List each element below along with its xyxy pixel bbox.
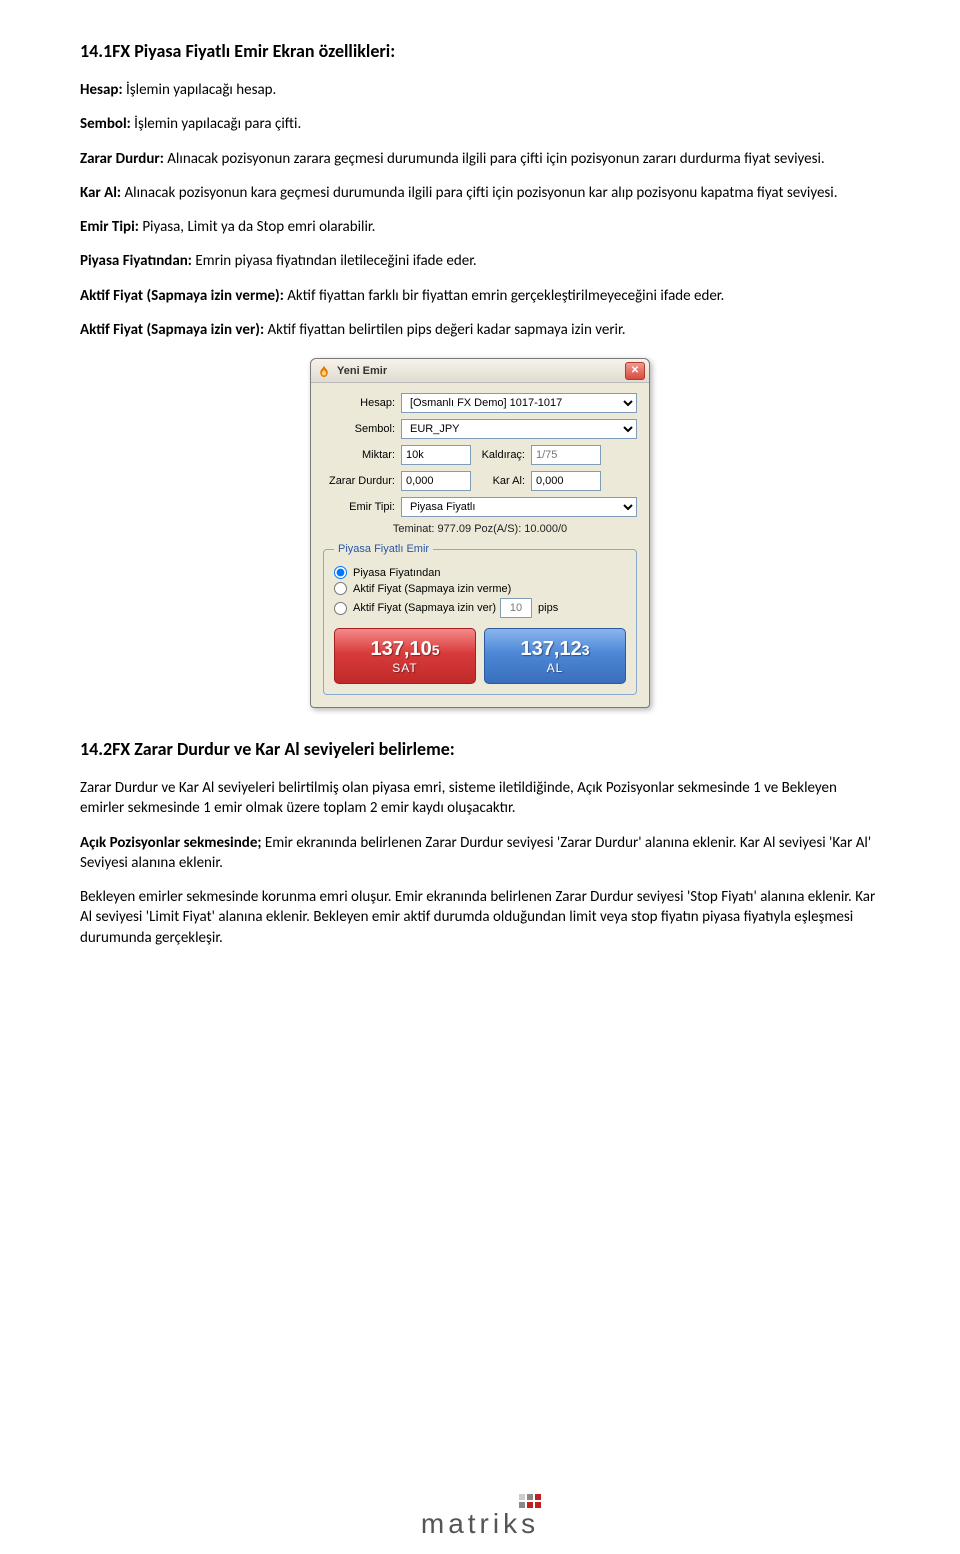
label-af1: Aktif Fiyat (Sapmaya izin verme): — [80, 287, 284, 305]
section-heading-14-1: 14.1FX Piyasa Fiyatlı Emir Ekran özellik… — [80, 40, 880, 62]
radio-sapma-verme[interactable] — [334, 582, 347, 595]
text-af2: Aktif fiyattan belirtilen pips değeri ka… — [264, 321, 625, 339]
logo-text: matriks — [421, 1508, 539, 1539]
text-pf: Emrin piyasa fiyatından iletileceğini if… — [192, 252, 477, 270]
close-button[interactable]: ✕ — [625, 362, 645, 380]
label-sembol: Sembol: — [80, 115, 131, 133]
kar-label: Kar Al: — [471, 475, 525, 487]
para-hesap: Hesap: İşlemin yapılacağı hesap. — [80, 80, 880, 100]
sell-label: SAT — [392, 661, 417, 675]
buy-label: AL — [547, 661, 564, 675]
sell-price-big: 137,10 — [371, 638, 432, 660]
label-hesap: Hesap: — [80, 81, 123, 99]
miktar-label: Miktar: — [323, 449, 395, 461]
kar-input[interactable] — [531, 471, 601, 491]
text-et: Piyasa, Limit ya da Stop emri olarabilir… — [139, 218, 376, 236]
sell-price-small: 5 — [432, 642, 440, 658]
para-sembol: Sembol: İşlemin yapılacağı para çifti. — [80, 114, 880, 134]
radio-piyasa-fiyatindan[interactable] — [334, 566, 347, 579]
para-aktif-fiyat-verme: Aktif Fiyat (Sapmaya izin verme): Aktif … — [80, 286, 880, 306]
label-zd: Zarar Durdur: — [80, 150, 164, 168]
buy-price-big: 137,12 — [521, 638, 582, 660]
buy-price: 137,123 — [521, 638, 590, 661]
para-14-2-3: Bekleyen emirler sekmesinde korunma emri… — [80, 887, 880, 948]
pips-input — [500, 598, 532, 618]
para-aktif-fiyat-ver: Aktif Fiyat (Sapmaya izin ver): Aktif fi… — [80, 320, 880, 340]
sell-button[interactable]: 137,105 SAT — [334, 628, 476, 684]
para-zarar-durdur: Zarar Durdur: Alınacak pozisyonun zarara… — [80, 149, 880, 169]
dialog-title: Yeni Emir — [337, 365, 625, 377]
text-ka: Alınacak pozisyonun kara geçmesi durumun… — [121, 184, 837, 202]
flame-icon — [317, 364, 331, 378]
para-emir-tipi: Emir Tipi: Piyasa, Limit ya da Stop emri… — [80, 217, 880, 237]
zarar-input[interactable] — [401, 471, 471, 491]
dialog-titlebar[interactable]: Yeni Emir ✕ — [311, 359, 649, 383]
sembol-label: Sembol: — [323, 423, 395, 435]
hesap-select[interactable]: [Osmanlı FX Demo] 1017-1017 — [401, 393, 637, 413]
para-14-2-2: Açık Pozisyonlar sekmesinde; Emir ekranı… — [80, 833, 880, 874]
emirtipi-select[interactable]: Piyasa Fiyatlı — [401, 497, 637, 517]
radio-label-2: Aktif Fiyat (Sapmaya izin verme) — [353, 583, 511, 595]
text-af1: Aktif fiyattan farklı bir fiyattan emrin… — [284, 287, 724, 305]
section-heading-14-2: 14.2FX Zarar Durdur ve Kar Al seviyeleri… — [80, 738, 880, 760]
sell-price: 137,105 — [371, 638, 440, 661]
sembol-select[interactable]: EUR_JPY — [401, 419, 637, 439]
piyasa-fiyatli-fieldset: Piyasa Fiyatlı Emir Piyasa Fiyatından Ak… — [323, 543, 637, 695]
text-hesap: İşlemin yapılacağı hesap. — [123, 81, 277, 99]
fieldset-legend: Piyasa Fiyatlı Emir — [334, 543, 433, 555]
para-14-2-1: Zarar Durdur ve Kar Al seviyeleri belirt… — [80, 778, 880, 819]
close-icon: ✕ — [631, 365, 639, 376]
miktar-input[interactable] — [401, 445, 471, 465]
para-kar-al: Kar Al: Alınacak pozisyonun kara geçmesi… — [80, 183, 880, 203]
pips-label: pips — [538, 602, 558, 614]
label-ka: Kar Al: — [80, 184, 121, 202]
kaldirac-label: Kaldıraç: — [471, 449, 525, 461]
hesap-label: Hesap: — [323, 397, 395, 409]
buy-button[interactable]: 137,123 AL — [484, 628, 626, 684]
kaldirac-input — [531, 445, 601, 465]
para-piyasa-fiyatindan: Piyasa Fiyatından: Emrin piyasa fiyatınd… — [80, 251, 880, 271]
zarar-label: Zarar Durdur: — [323, 475, 395, 487]
label-af2: Aktif Fiyat (Sapmaya izin ver): — [80, 321, 264, 339]
label-et: Emir Tipi: — [80, 218, 139, 236]
label-pf: Piyasa Fiyatından: — [80, 252, 192, 270]
emirtipi-label: Emir Tipi: — [323, 501, 395, 513]
buy-price-small: 3 — [582, 642, 590, 658]
logo-dots-icon — [519, 1494, 541, 1508]
radio-label-1: Piyasa Fiyatından — [353, 567, 440, 579]
radio-sapma-ver[interactable] — [334, 602, 347, 615]
teminat-poz-info: Teminat: 977.09 Poz(A/S): 10.000/0 — [323, 523, 637, 535]
text-sembol: İşlemin yapılacağı para çifti. — [131, 115, 301, 133]
new-order-dialog: Yeni Emir ✕ Hesap: [Osmanlı FX Demo] 101… — [310, 358, 650, 708]
radio-label-3: Aktif Fiyat (Sapmaya izin ver) — [353, 602, 496, 614]
matriks-logo: matriks — [421, 1496, 539, 1540]
text-zd: Alınacak pozisyonun zarara geçmesi durum… — [164, 150, 825, 168]
label-acik-poz: Açık Pozisyonlar sekmesinde; — [80, 834, 262, 852]
